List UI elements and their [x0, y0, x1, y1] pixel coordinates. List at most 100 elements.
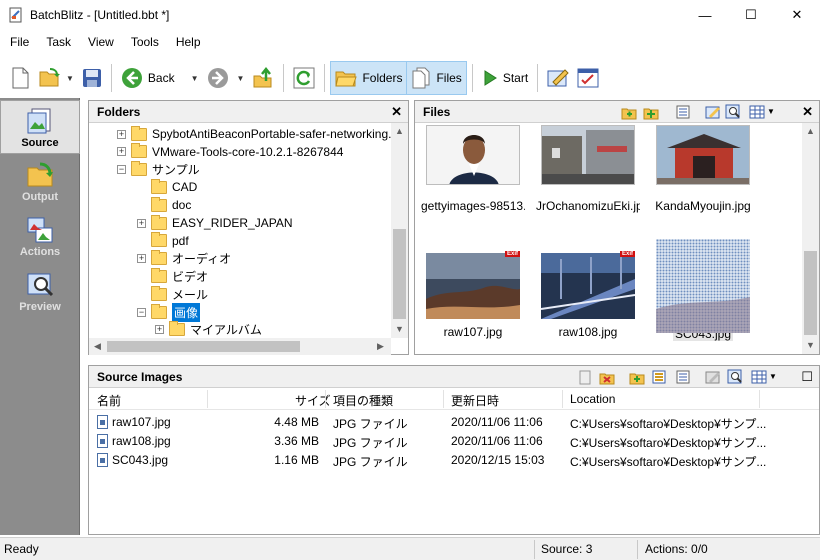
tree-item[interactable]: + VMware-Tools-core-10.2.1-8267844 [117, 143, 343, 161]
expand-icon[interactable]: + [117, 129, 126, 139]
tree-item[interactable]: + オーディオ [137, 250, 231, 268]
expand-icon[interactable]: + [137, 218, 146, 228]
column-divider[interactable] [325, 390, 326, 408]
open-dropdown-icon[interactable]: ▼ [66, 74, 74, 83]
scroll-left-icon[interactable]: ◀ [89, 341, 106, 352]
zoom-preview-icon[interactable] [725, 104, 741, 120]
add-folder-icon[interactable] [629, 369, 645, 385]
menu-tools[interactable]: Tools [124, 35, 166, 49]
thumbnail-view-icon[interactable] [749, 104, 765, 120]
folders-vertical-scrollbar[interactable]: ▲ ▼ [391, 123, 408, 338]
maximize-button[interactable]: ☐ [728, 0, 774, 30]
table-row[interactable]: raw107.jpg 4.48 MB JPG ファイル 2020/11/06 11:0… [89, 413, 819, 432]
back-button[interactable]: Back ▼ [117, 61, 203, 95]
cell-type: JPG ファイル [333, 436, 408, 450]
forward-button[interactable]: ▼ [203, 61, 249, 95]
tree-item[interactable]: + EASY_RIDER_JAPAN [137, 214, 293, 232]
refresh-button[interactable] [289, 61, 319, 95]
file-thumbnail[interactable]: KandaMyoujin.jpg [651, 125, 755, 213]
add-all-icon[interactable] [643, 104, 659, 120]
source-maximize-icon[interactable]: ☐ [801, 369, 813, 385]
sidebar-item-preview[interactable]: Preview [0, 265, 80, 319]
scroll-down-icon[interactable]: ▼ [391, 324, 408, 334]
tree-item[interactable]: CAD [137, 178, 197, 196]
tree-item[interactable]: − サンプル [117, 161, 200, 179]
sidebar-item-output[interactable]: Output [0, 155, 80, 209]
sort-icon[interactable] [651, 369, 667, 385]
tree-item[interactable]: doc [137, 196, 191, 214]
edit-image-icon[interactable] [705, 104, 721, 120]
files-vertical-scrollbar[interactable]: ▲ ▼ [802, 123, 819, 354]
file-thumbnail[interactable]: gettyimages-98513... [421, 125, 525, 213]
view-dropdown-icon[interactable]: ▼ [769, 372, 777, 381]
tree-item-label: VMware-Tools-core-10.2.1-8267844 [152, 144, 344, 159]
column-header-modified[interactable]: 更新日時 [451, 392, 499, 409]
expand-icon[interactable]: + [155, 325, 164, 335]
file-thumbnail[interactable]: JrOchanomizuEki.jpg [536, 125, 640, 213]
save-button[interactable] [78, 61, 106, 95]
scroll-thumb[interactable] [107, 341, 300, 352]
column-header-name[interactable]: 名前 [97, 392, 121, 409]
sidebar-item-actions[interactable]: Actions [0, 210, 80, 264]
files-button[interactable]: Files [406, 61, 467, 95]
folders-close-icon[interactable]: ✕ [391, 104, 402, 120]
forward-dropdown-icon[interactable]: ▼ [237, 74, 245, 83]
column-divider[interactable] [443, 390, 444, 408]
column-header-type[interactable]: 項目の種類 [333, 392, 393, 409]
expand-icon[interactable]: + [137, 254, 146, 264]
menu-file[interactable]: File [3, 35, 36, 49]
edit-image-icon[interactable] [705, 369, 721, 385]
menu-task[interactable]: Task [39, 35, 78, 49]
tree-item[interactable]: ビデオ [137, 267, 208, 285]
back-dropdown-icon[interactable]: ▼ [191, 74, 199, 83]
table-row[interactable]: raw108.jpg 3.36 MB JPG ファイル 2020/11/06 11:0… [89, 432, 819, 451]
scroll-thumb[interactable] [393, 229, 406, 319]
task-list-button[interactable] [573, 61, 603, 95]
menu-bar: File Task View Tools Help [0, 30, 820, 54]
tree-item[interactable]: メール [137, 285, 208, 303]
collapse-icon[interactable]: − [137, 307, 146, 317]
scroll-up-icon[interactable]: ▲ [802, 126, 819, 136]
remove-icon[interactable] [577, 369, 593, 385]
folder-icon [151, 285, 167, 301]
open-button[interactable]: ▼ [34, 61, 78, 95]
files-close-icon[interactable]: ✕ [802, 104, 813, 120]
remove-folder-icon[interactable] [599, 369, 615, 385]
folders-horizontal-scrollbar[interactable]: ◀ ▶ [89, 338, 391, 355]
column-divider[interactable] [207, 390, 208, 408]
scroll-down-icon[interactable]: ▼ [802, 340, 819, 350]
sidebar-item-source[interactable]: Source [0, 100, 80, 154]
column-divider[interactable] [759, 390, 760, 408]
menu-view[interactable]: View [81, 35, 121, 49]
column-header-location[interactable]: Location [570, 392, 615, 406]
close-button[interactable]: ✕ [774, 0, 820, 30]
tree-item[interactable]: + マイアルバム [155, 321, 262, 339]
tree-item-label: メール [172, 287, 209, 302]
scroll-right-icon[interactable]: ▶ [372, 341, 389, 352]
expand-icon[interactable]: + [117, 147, 126, 157]
tree-item[interactable]: + SpybotAntiBeaconPortable-safer-networki… [117, 125, 391, 143]
collapse-icon[interactable]: − [117, 165, 126, 175]
list-view-icon[interactable] [675, 369, 691, 385]
add-selected-icon[interactable] [621, 104, 637, 120]
scroll-up-icon[interactable]: ▲ [391, 126, 408, 136]
tree-item[interactable]: pdf [137, 232, 189, 250]
zoom-preview-icon[interactable] [727, 369, 743, 385]
scroll-thumb[interactable] [804, 251, 817, 335]
menu-help[interactable]: Help [169, 35, 208, 49]
thumbnail-view-icon[interactable] [751, 369, 767, 385]
view-dropdown-icon[interactable]: ▼ [767, 107, 775, 116]
folders-button[interactable]: Folders [330, 61, 408, 95]
file-thumbnail[interactable]: SC043.jpg [651, 239, 755, 341]
up-folder-button[interactable] [248, 61, 278, 95]
file-thumbnail[interactable]: Exif raw107.jpg [421, 239, 525, 339]
minimize-button[interactable]: — [682, 0, 728, 30]
new-button[interactable] [6, 61, 34, 95]
column-divider[interactable] [562, 390, 563, 408]
file-thumbnail[interactable]: Exif raw108.jpg [536, 239, 640, 339]
start-button[interactable]: Start [478, 61, 532, 95]
details-view-icon[interactable] [675, 104, 691, 120]
tree-item[interactable]: − 画像 [137, 302, 201, 322]
table-row[interactable]: SC043.jpg 1.16 MB JPG ファイル 2020/12/15 15:03… [89, 451, 819, 470]
edit-task-button[interactable] [543, 61, 573, 95]
